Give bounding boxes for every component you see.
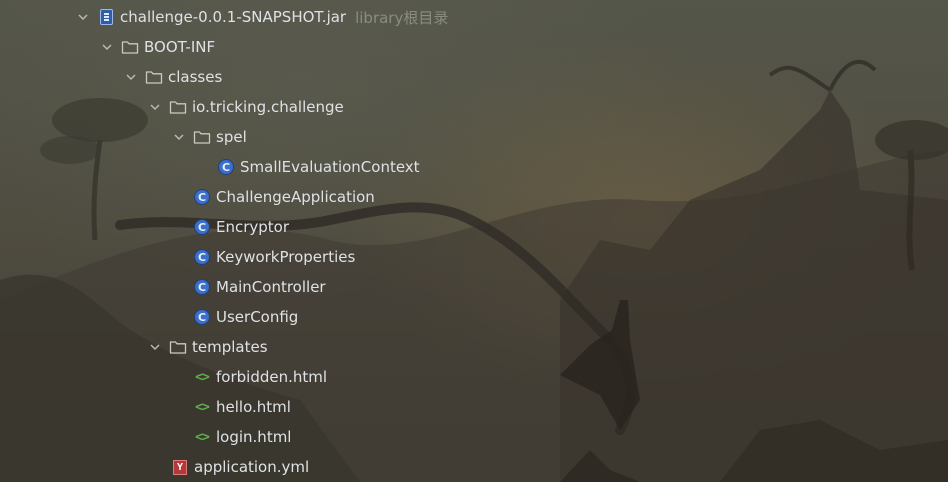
html-file-icon: <> (193, 398, 211, 416)
tree-row-keyworkproperties[interactable]: C KeyworkProperties (0, 242, 948, 272)
tree-node-label: forbidden.html (216, 368, 328, 386)
tree-row-spel[interactable]: spel (0, 122, 948, 152)
html-icon-glyph: <> (195, 399, 210, 415)
tree-node-label: spel (216, 128, 247, 146)
tree-row-smallevaluationcontext[interactable]: C SmallEvaluationContext (0, 152, 948, 182)
tree-row-root-jar[interactable]: challenge-0.0.1-SNAPSHOT.jar library根目录 (0, 2, 948, 32)
tree-node-label: login.html (216, 428, 292, 446)
tree-node-label: classes (168, 68, 223, 86)
tree-row-boot-inf[interactable]: BOOT-INF (0, 32, 948, 62)
html-icon-glyph: <> (195, 429, 210, 445)
library-root-hint: library根目录 (355, 8, 449, 27)
chevron-down-icon[interactable] (171, 129, 187, 145)
class-icon: C (193, 278, 211, 296)
folder-icon (169, 338, 187, 356)
chevron-down-icon[interactable] (99, 39, 115, 55)
yaml-icon-glyph: Y (173, 459, 187, 475)
tree-node-label: io.tricking.challenge (192, 98, 344, 116)
tree-node-label: KeyworkProperties (216, 248, 356, 266)
jar-icon (97, 8, 115, 26)
yaml-file-icon: Y (171, 458, 189, 476)
class-icon-letter: C (194, 189, 210, 205)
class-icon: C (193, 308, 211, 326)
class-icon-letter: C (194, 279, 210, 295)
tree-row-challengeapplication[interactable]: C ChallengeApplication (0, 182, 948, 212)
tree-row-classes[interactable]: classes (0, 62, 948, 92)
class-icon: C (193, 248, 211, 266)
tree-row-maincontroller[interactable]: C MainController (0, 272, 948, 302)
html-file-icon: <> (193, 428, 211, 446)
class-icon: C (217, 158, 235, 176)
tree-row-encryptor[interactable]: C Encryptor (0, 212, 948, 242)
chevron-down-icon[interactable] (75, 9, 91, 25)
class-icon: C (193, 218, 211, 236)
tree-node-label: SmallEvaluationContext (240, 158, 420, 176)
folder-icon (193, 128, 211, 146)
tree-node-label: BOOT-INF (144, 38, 216, 56)
class-icon-letter: C (194, 219, 210, 235)
tree-row-login-html[interactable]: <> login.html (0, 422, 948, 452)
tree-row-templates[interactable]: templates (0, 332, 948, 362)
chevron-down-icon[interactable] (147, 99, 163, 115)
tree-node-label: Encryptor (216, 218, 290, 236)
html-file-icon: <> (193, 368, 211, 386)
project-tree-panel: challenge-0.0.1-SNAPSHOT.jar library根目录 … (0, 0, 948, 482)
tree-node-label: application.yml (194, 458, 310, 476)
tree-node-label: hello.html (216, 398, 291, 416)
folder-icon (121, 38, 139, 56)
tree-row-package[interactable]: io.tricking.challenge (0, 92, 948, 122)
tree-node-label: UserConfig (216, 308, 299, 326)
tree-node-label: challenge-0.0.1-SNAPSHOT.jar (120, 8, 347, 26)
folder-icon (169, 98, 187, 116)
chevron-down-icon[interactable] (123, 69, 139, 85)
class-icon-letter: C (194, 249, 210, 265)
tree-node-label: MainController (216, 278, 326, 296)
folder-icon (145, 68, 163, 86)
html-icon-glyph: <> (195, 369, 210, 385)
tree-row-forbidden-html[interactable]: <> forbidden.html (0, 362, 948, 392)
class-icon-letter: C (218, 159, 234, 175)
tree-node-label: templates (192, 338, 268, 356)
tree-row-userconfig[interactable]: C UserConfig (0, 302, 948, 332)
class-icon: C (193, 188, 211, 206)
tree-row-hello-html[interactable]: <> hello.html (0, 392, 948, 422)
tree-row-application-yml[interactable]: Y application.yml (0, 452, 948, 482)
chevron-down-icon[interactable] (147, 339, 163, 355)
class-icon-letter: C (194, 309, 210, 325)
tree-node-label: ChallengeApplication (216, 188, 375, 206)
